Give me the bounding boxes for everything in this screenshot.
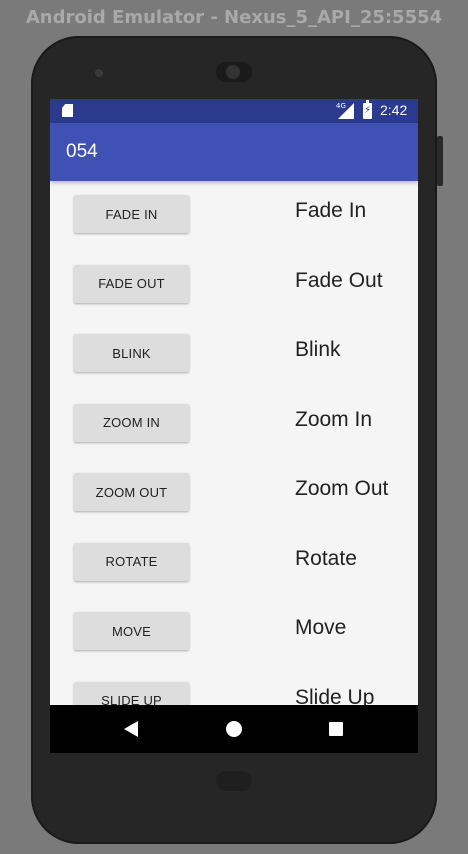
- emulator-window-title: Android Emulator - Nexus_5_API_25:5554: [25, 7, 443, 28]
- home-icon[interactable]: [226, 721, 242, 737]
- zoom-in-button[interactable]: ZOOM IN: [74, 403, 189, 442]
- app-toolbar: 054: [50, 123, 418, 181]
- list-item: MOVE Move: [50, 598, 418, 668]
- slide-up-button[interactable]: SLIDE UP: [74, 681, 189, 705]
- list-item: FADE OUT Fade Out: [50, 251, 418, 321]
- animation-list[interactable]: FADE IN Fade In FADE OUT Fade Out BLINK …: [50, 181, 418, 705]
- rotate-button[interactable]: ROTATE: [74, 542, 189, 581]
- app-title: 054: [66, 141, 98, 162]
- device-screen: 4G ⚡ 2:42 054 FADE IN Fade In FADE OUT F…: [50, 99, 418, 753]
- move-button[interactable]: MOVE: [74, 612, 189, 650]
- charging-bolt-icon: ⚡: [364, 105, 372, 116]
- list-item: FADE IN Fade In: [50, 181, 418, 251]
- list-item: ZOOM OUT Zoom Out: [50, 459, 418, 529]
- fade-in-button[interactable]: FADE IN: [74, 195, 189, 233]
- sd-card-icon: [62, 104, 73, 117]
- zoom-out-label: Zoom Out: [295, 477, 389, 500]
- back-icon[interactable]: [124, 721, 138, 737]
- front-sensor: [95, 69, 103, 77]
- fade-in-label: Fade In: [295, 199, 367, 222]
- move-label: Move: [295, 616, 347, 639]
- navigation-bar: [50, 705, 418, 753]
- list-item: ZOOM IN Zoom In: [50, 390, 418, 460]
- list-item: ROTATE Rotate: [50, 529, 418, 599]
- slide-up-label: Slide Up: [295, 685, 375, 706]
- rotate-label: Rotate: [295, 546, 357, 570]
- status-bar: 4G ⚡ 2:42: [50, 99, 418, 123]
- recents-icon[interactable]: [329, 722, 343, 736]
- earpiece-camera: [216, 62, 252, 82]
- fade-out-button[interactable]: FADE OUT: [74, 264, 189, 303]
- fade-out-label: Fade Out: [295, 268, 383, 292]
- blink-label: Blink: [295, 338, 341, 361]
- zoom-out-button[interactable]: ZOOM OUT: [74, 473, 189, 511]
- network-type: 4G: [336, 102, 346, 110]
- list-item: BLINK Blink: [50, 320, 418, 390]
- status-clock: 2:42: [380, 102, 408, 118]
- zoom-in-label: Zoom In: [295, 407, 373, 431]
- bottom-speaker: [216, 771, 252, 791]
- power-button: [437, 136, 443, 186]
- blink-button[interactable]: BLINK: [74, 334, 189, 372]
- list-item: SLIDE UP Slide Up: [50, 668, 418, 706]
